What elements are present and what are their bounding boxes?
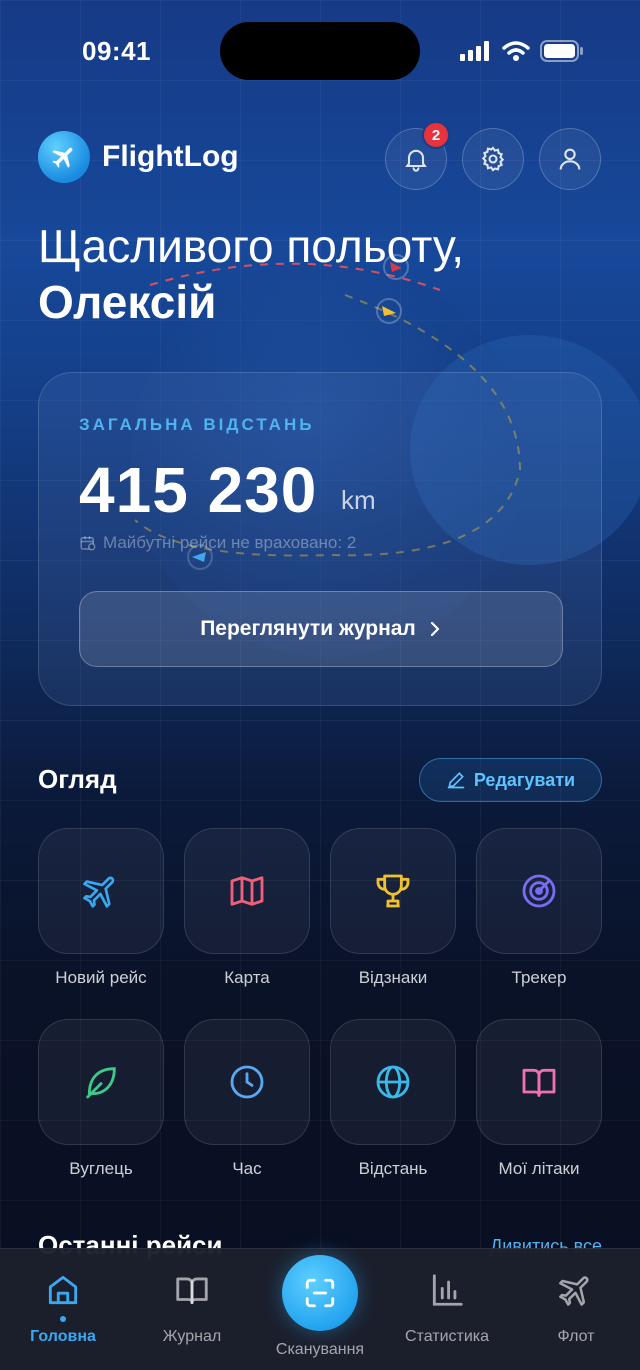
tile-carbon[interactable]: Вуглець	[38, 1019, 164, 1179]
profile-button[interactable]	[539, 128, 601, 190]
tab-journal[interactable]: Журнал	[137, 1271, 247, 1346]
radar-icon	[522, 874, 556, 908]
bar-chart-icon	[432, 1274, 463, 1306]
tile-new-flight[interactable]: Новий рейс	[38, 828, 164, 988]
tile-my-aircraft-box[interactable]	[476, 1019, 602, 1145]
edit-label: Редагувати	[473, 769, 576, 790]
airplane-icon	[83, 876, 115, 908]
tile-map[interactable]: Карта	[184, 828, 310, 988]
tab-fleet[interactable]: Флот	[521, 1271, 631, 1346]
plane-icon	[559, 1276, 589, 1306]
user-name: Олексій	[38, 276, 217, 328]
status-time: 09:41	[82, 36, 151, 66]
tile-distance[interactable]: Відстань	[330, 1019, 456, 1179]
tile-map-box[interactable]	[184, 828, 310, 954]
clock-icon	[230, 1065, 264, 1099]
scan-icon	[305, 1278, 335, 1308]
tab-bar: Головна Журнал Сканування Статистика Фло…	[0, 1248, 640, 1370]
tile-carbon-box[interactable]	[38, 1019, 164, 1145]
tile-distance-box[interactable]	[330, 1019, 456, 1145]
tile-time[interactable]: Час	[184, 1019, 310, 1179]
tile-tracker[interactable]: Трекер	[476, 828, 602, 988]
view-journal-label: Переглянути журнал	[200, 617, 416, 640]
app-name: FlightLog	[102, 140, 239, 173]
tile-time-box[interactable]	[184, 1019, 310, 1145]
tile-badges-box[interactable]	[330, 828, 456, 954]
home-icon	[48, 1275, 78, 1305]
distance-value: 415 230	[79, 454, 318, 526]
tab-home-label: Головна	[30, 1328, 96, 1345]
status-bar: 09:41	[0, 0, 640, 100]
total-distance-card: ЗАГАЛЬНА ВІДСТАНЬ 415 230 km Майбутні ре…	[38, 372, 602, 706]
tile-new-flight-box[interactable]	[38, 828, 164, 954]
battery-icon	[540, 40, 583, 62]
tile-badges[interactable]: Відзнаки	[330, 828, 456, 988]
tile-label: Відзнаки	[358, 968, 428, 987]
scan-label: Сканування	[275, 1341, 365, 1358]
tile-label: Мої літаки	[498, 1159, 580, 1178]
status-icons	[460, 40, 584, 62]
tile-label: Вуглець	[69, 1159, 133, 1178]
map-icon	[230, 876, 264, 906]
globe-icon	[376, 1065, 410, 1099]
pencil-icon	[447, 772, 465, 789]
book-open-icon	[176, 1277, 208, 1305]
tile-my-aircraft[interactable]: Мої літаки	[476, 1019, 602, 1179]
distance-label: ЗАГАЛЬНА ВІДСТАНЬ	[79, 415, 315, 434]
wifi-icon	[502, 41, 530, 61]
user-icon	[559, 148, 581, 170]
tile-label: Відстань	[358, 1159, 428, 1178]
signal-icon	[460, 41, 489, 61]
tab-statistics-label: Статистика	[404, 1328, 490, 1345]
distance-unit: km	[341, 485, 376, 515]
notification-badge: 2	[422, 121, 450, 149]
app-header: FlightLog 2	[38, 121, 602, 190]
view-journal-button[interactable]: Переглянути журнал	[79, 591, 563, 667]
tile-label: Карта	[224, 968, 270, 987]
airplane-logo-icon	[52, 147, 73, 168]
notifications-button[interactable]: 2	[385, 121, 450, 190]
tile-tracker-box[interactable]	[476, 828, 602, 954]
settings-button[interactable]	[462, 128, 524, 190]
gear-icon	[481, 146, 505, 172]
edit-button[interactable]: Редагувати	[419, 758, 602, 802]
tile-label: Новий рейс	[55, 968, 147, 987]
bell-icon	[405, 149, 427, 172]
greeting-line: Щасливого польоту,	[38, 220, 465, 272]
upcoming-note: Майбутні рейси не враховано: 2	[79, 533, 356, 553]
scan-button[interactable]	[282, 1255, 358, 1331]
tile-label: Трекер	[511, 968, 567, 987]
overview-title: Огляд	[38, 764, 117, 794]
calendar-clock-icon	[80, 536, 96, 551]
upcoming-note-text: Майбутні рейси не враховано: 2	[103, 533, 357, 552]
book-icon	[522, 1068, 556, 1097]
tab-home[interactable]: Головна	[8, 1271, 118, 1346]
tab-fleet-label: Флот	[557, 1328, 595, 1345]
app-logo	[38, 131, 90, 183]
chevron-right-icon	[430, 621, 439, 637]
active-tab-dot	[60, 1316, 66, 1322]
trophy-icon	[376, 874, 410, 908]
leaf-icon	[86, 1067, 116, 1099]
tab-journal-label: Журнал	[162, 1328, 222, 1345]
tab-statistics[interactable]: Статистика	[392, 1271, 502, 1346]
tile-label: Час	[232, 1159, 262, 1178]
dynamic-island	[220, 22, 420, 80]
greeting: Щасливого польоту, Олексій	[38, 218, 464, 330]
